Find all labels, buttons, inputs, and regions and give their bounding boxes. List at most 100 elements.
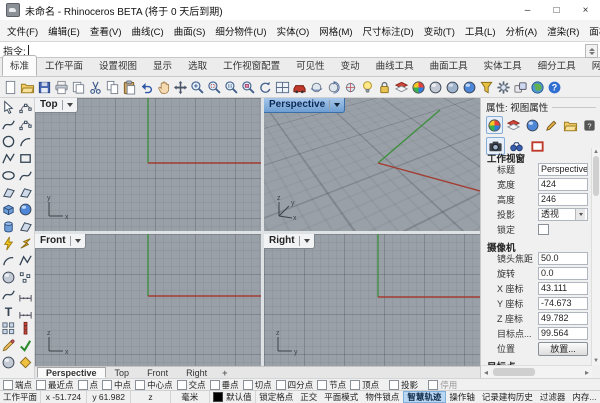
- menu-item-1[interactable]: 编辑(E): [43, 21, 85, 41]
- menu-item-2[interactable]: 查看(V): [85, 21, 127, 41]
- sphere-blue-icon[interactable]: [462, 80, 477, 95]
- checkbox-icon[interactable]: [243, 380, 253, 390]
- box-icon[interactable]: [1, 202, 16, 217]
- panel-tab-help-dark[interactable]: ?: [581, 116, 598, 134]
- checkbox-icon[interactable]: [3, 380, 13, 390]
- status-cell-4[interactable]: 毫米: [171, 391, 210, 403]
- osnap-item-10[interactable]: 顶点: [350, 379, 379, 391]
- lock-icon[interactable]: [377, 80, 392, 95]
- osnap-item-3[interactable]: 中点: [102, 379, 131, 391]
- hscroll-left-arrow[interactable]: ◂: [481, 368, 491, 377]
- orbit-icon[interactable]: [309, 80, 324, 95]
- menu-item-4[interactable]: 曲面(S): [169, 21, 211, 41]
- osnap-item-5[interactable]: 交点: [177, 379, 206, 391]
- viewport-menu-arrow-icon[interactable]: [334, 103, 340, 107]
- status-cell-3[interactable]: z: [131, 391, 170, 403]
- earth-globe-icon[interactable]: [530, 80, 545, 95]
- osnap-item-6[interactable]: 垂点: [210, 379, 239, 391]
- viewport-bottom-tab-top[interactable]: Top: [106, 367, 139, 378]
- dimension-icon[interactable]: [18, 287, 33, 302]
- checkbox-icon[interactable]: [350, 380, 360, 390]
- toolbar-tab-10[interactable]: 实体工具: [476, 55, 530, 76]
- property-value-select[interactable]: 透视: [538, 208, 588, 221]
- lightbulb-icon[interactable]: [360, 80, 375, 95]
- osnap-item-9[interactable]: 节点: [317, 379, 346, 391]
- toolbar-tab-7[interactable]: 变动: [333, 55, 368, 76]
- checkbox-icon[interactable]: [78, 380, 88, 390]
- link-tag-icon[interactable]: [513, 80, 528, 95]
- pan-hand-icon[interactable]: [156, 80, 171, 95]
- property-value-input[interactable]: 424: [538, 178, 588, 191]
- property-value-input[interactable]: 50.0: [538, 252, 588, 265]
- surface-icon[interactable]: [18, 185, 33, 200]
- checkbox-icon[interactable]: [102, 380, 112, 390]
- cut-icon[interactable]: [88, 80, 103, 95]
- new-file-icon[interactable]: [3, 80, 18, 95]
- toolbar-tab-5[interactable]: 工作视窗配置: [215, 55, 288, 76]
- diamond-yellow-icon[interactable]: [18, 355, 33, 370]
- sphere-gray-icon[interactable]: [428, 80, 443, 95]
- maximize-button[interactable]: □: [542, 1, 571, 20]
- checkbox-icon[interactable]: [428, 380, 438, 390]
- viewport-bottom-tab-front[interactable]: Front: [138, 367, 177, 378]
- checkbox-icon[interactable]: [389, 380, 399, 390]
- osnap-item-8[interactable]: 四分点: [276, 379, 314, 391]
- status-cell-0[interactable]: 工作平面: [0, 391, 41, 403]
- panel-tab-open-folder[interactable]: [562, 116, 579, 134]
- toolbar-tab-11[interactable]: 细分工具: [530, 55, 584, 76]
- save-icon[interactable]: [37, 80, 52, 95]
- panel-tab-pen[interactable]: [543, 116, 560, 134]
- property-value-input[interactable]: 49.782: [538, 312, 588, 325]
- checkbox-icon[interactable]: [135, 380, 145, 390]
- property-value-input[interactable]: 43.111: [538, 282, 588, 295]
- dimension-icon[interactable]: [18, 304, 33, 319]
- checkbox-icon[interactable]: [317, 380, 327, 390]
- toolbar-tab-6[interactable]: 可见性: [288, 55, 333, 76]
- osnap-item-7[interactable]: 切点: [243, 379, 272, 391]
- viewport-bottom-tab-right[interactable]: Right: [177, 367, 216, 378]
- viewport-right[interactable]: zyRight: [264, 234, 480, 366]
- open-folder-icon[interactable]: [20, 80, 35, 95]
- viewport-front[interactable]: zxFront: [35, 234, 261, 366]
- toolbar-tab-9[interactable]: 曲面工具: [422, 55, 476, 76]
- property-value-input[interactable]: 246: [538, 193, 588, 206]
- target-point-icon[interactable]: [343, 80, 358, 95]
- osnap-item-2[interactable]: 点: [78, 379, 99, 391]
- viewport-label-front[interactable]: Front: [35, 234, 86, 249]
- control-points-icon[interactable]: [18, 117, 33, 132]
- select-arrow-icon[interactable]: [1, 100, 16, 115]
- sphere-ghost-icon[interactable]: [445, 80, 460, 95]
- panel-tab-display-color[interactable]: [486, 116, 503, 134]
- status-toggle-1[interactable]: 正交: [297, 391, 321, 403]
- panel-tab-layers[interactable]: [505, 116, 522, 134]
- status-cell-2[interactable]: y 61.982: [87, 391, 132, 403]
- viewport-label-right[interactable]: Right: [264, 234, 315, 249]
- menu-item-3[interactable]: 曲线(C): [126, 21, 168, 41]
- arc-icon[interactable]: [1, 253, 16, 268]
- duplicate-icon[interactable]: [71, 80, 86, 95]
- viewport-menu-arrow-icon[interactable]: [75, 239, 81, 243]
- checkbox-icon[interactable]: [210, 380, 220, 390]
- menu-item-10[interactable]: 工具(L): [460, 21, 501, 41]
- status-cell-1[interactable]: x -51.724: [41, 391, 87, 403]
- viewport-menu-arrow-icon[interactable]: [67, 103, 73, 107]
- hscroll-right-arrow[interactable]: ▸: [582, 368, 592, 377]
- menu-item-13[interactable]: 面板(P): [584, 21, 600, 41]
- pencil-icon[interactable]: [1, 338, 16, 353]
- toolbar-tab-0[interactable]: 标准: [2, 55, 37, 76]
- paste-icon[interactable]: [122, 80, 137, 95]
- move-icon[interactable]: [173, 80, 188, 95]
- close-button[interactable]: ×: [571, 1, 600, 20]
- layers-icon[interactable]: [394, 80, 409, 95]
- status-toggle-2[interactable]: 平面模式: [321, 391, 362, 403]
- new-viewport-tab-button[interactable]: +: [216, 367, 233, 378]
- polyline-icon[interactable]: [1, 151, 16, 166]
- help-icon[interactable]: ?: [547, 80, 562, 95]
- osnap-item-1[interactable]: 最近点: [36, 379, 74, 391]
- property-value-input[interactable]: Perspective: [538, 163, 588, 176]
- toolbar-tab-3[interactable]: 显示: [145, 55, 180, 76]
- zoom-in-icon[interactable]: [190, 80, 205, 95]
- status-toggle-7[interactable]: 过滤器: [536, 391, 569, 403]
- rotate-view-icon[interactable]: [258, 80, 273, 95]
- viewport-label-top[interactable]: Top: [35, 98, 78, 113]
